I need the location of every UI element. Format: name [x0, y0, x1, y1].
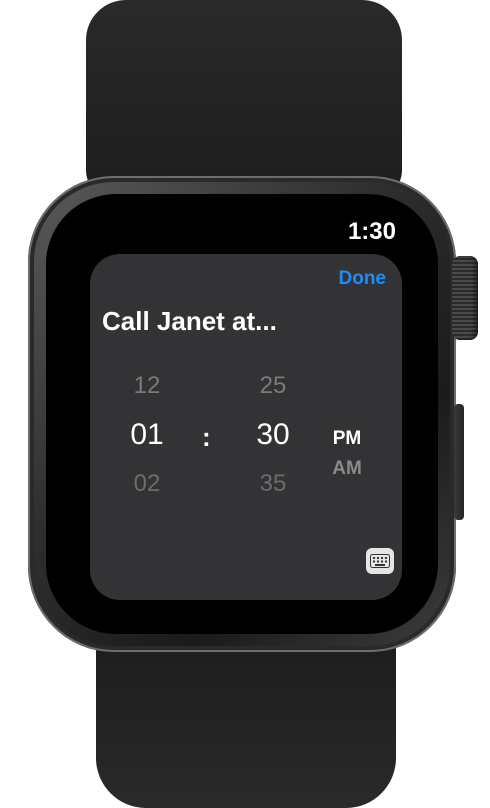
period-selected[interactable]: PM: [322, 428, 372, 450]
minute-next[interactable]: 35: [238, 470, 308, 498]
hour-next[interactable]: 02: [112, 470, 182, 498]
minute-picker[interactable]: 25 30 35: [238, 372, 308, 502]
time-picker-card: Done Call Janet at... 12 01 02 : 25 30 3…: [90, 254, 402, 600]
keyboard-button[interactable]: [366, 548, 394, 574]
reminder-title: Call Janet at...: [102, 306, 277, 336]
hour-selected[interactable]: 01: [112, 418, 182, 452]
minute-selected[interactable]: 30: [238, 418, 308, 452]
period-picker[interactable]: PM AM: [322, 372, 372, 502]
period-next[interactable]: AM: [322, 458, 372, 480]
watch-band-top: [86, 0, 402, 200]
hour-picker[interactable]: 12 01 02: [112, 372, 182, 502]
digital-crown[interactable]: [452, 256, 478, 340]
side-button[interactable]: [454, 404, 464, 520]
done-button[interactable]: Done: [339, 268, 387, 290]
time-separator: :: [202, 422, 211, 452]
hour-prev[interactable]: 12: [112, 372, 182, 400]
status-time: 1:30: [347, 218, 396, 245]
minute-prev[interactable]: 25: [238, 372, 308, 400]
watch-stage: 1:30 Done Call Janet at... 12 01 02 : 25…: [0, 0, 490, 808]
keyboard-icon: [370, 554, 390, 568]
